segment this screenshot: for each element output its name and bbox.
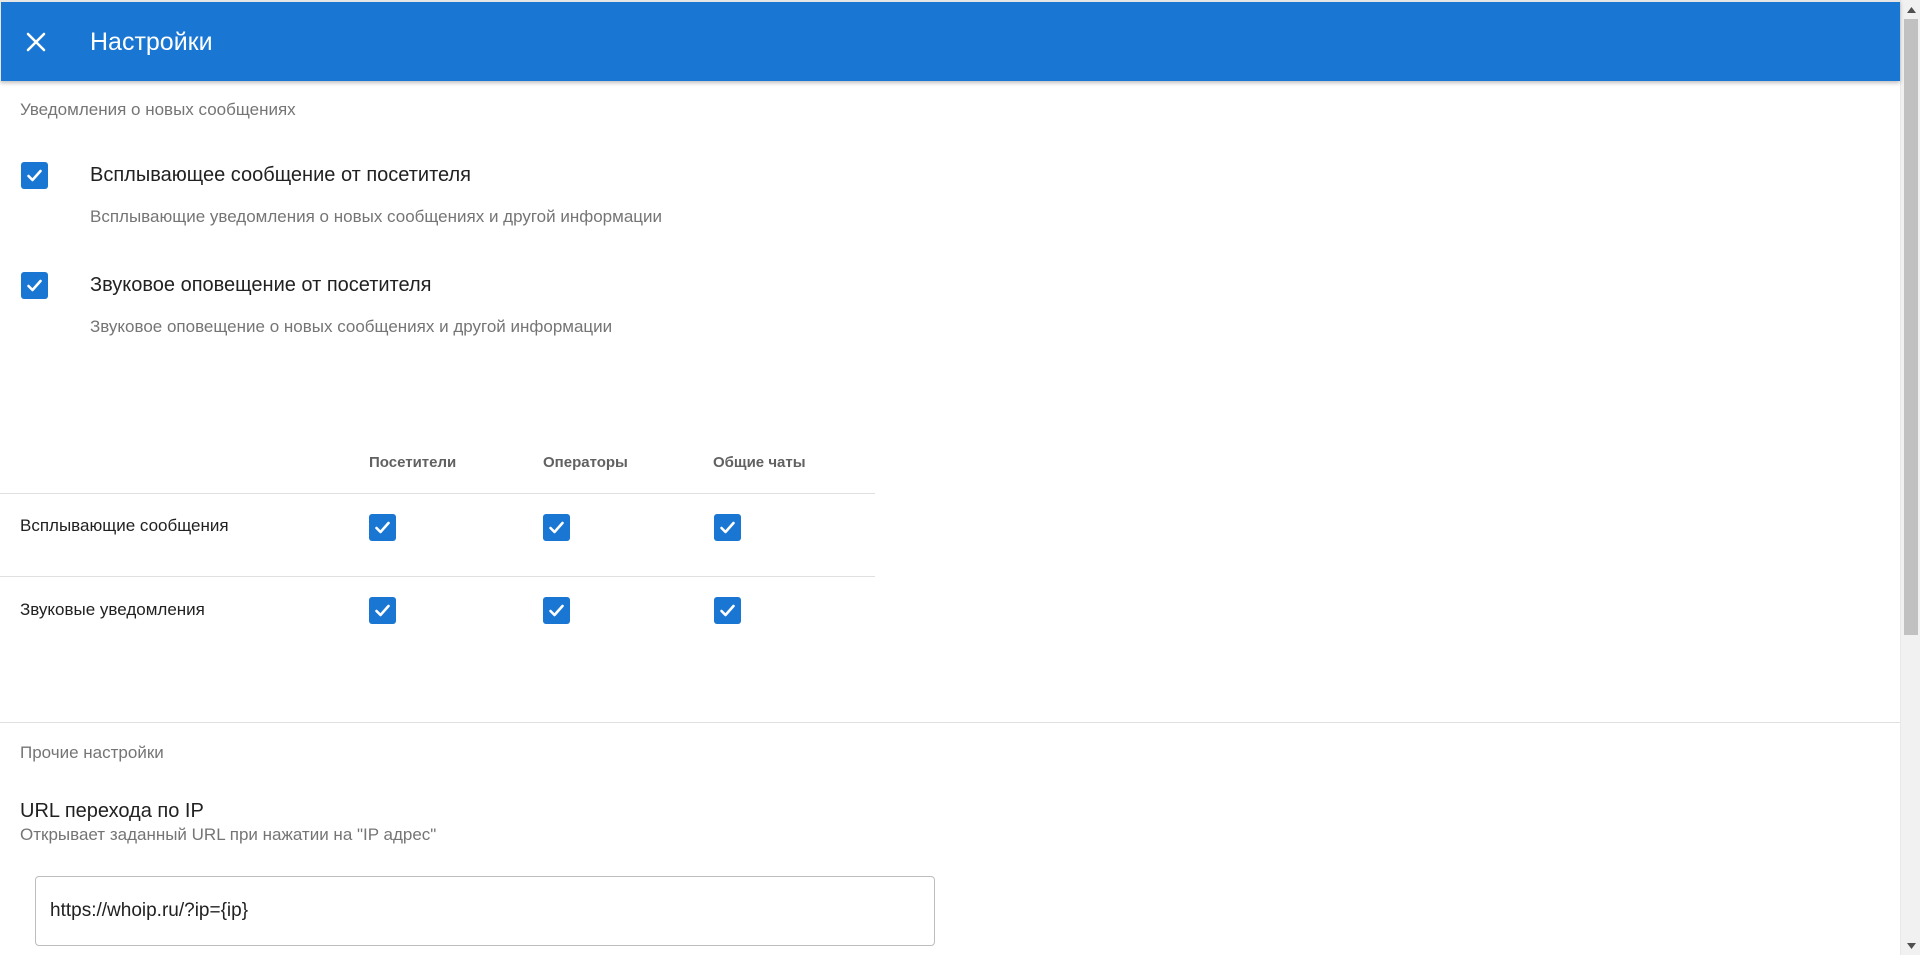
popup-operators-checkbox[interactable] [543,514,570,541]
other-section-title: Прочие настройки [20,743,164,762]
column-header-shared-chats: Общие чаты [713,454,806,471]
scroll-up-arrow-icon [1906,6,1916,13]
notification-matrix: Посетители Операторы Общие чаты Всплываю… [0,441,875,661]
row-label-popup: Всплывающие сообщения [20,516,229,535]
popup-message-description: Всплывающие уведомления о новых сообщени… [90,207,663,226]
ip-url-input[interactable] [35,876,935,946]
row-label-sound: Звуковые уведомления [20,600,205,619]
close-button[interactable] [16,22,56,62]
popup-message-title: Всплывающее сообщение от посетителя [90,164,471,186]
close-icon [26,32,46,52]
sound-alert-title: Звуковое оповещение от посетителя [90,274,432,296]
checkmark-icon [549,604,564,617]
url-field-description: Открывает заданный URL при нажатии на "I… [20,825,437,844]
sound-operators-checkbox[interactable] [543,597,570,624]
checkmark-icon [27,279,42,292]
sound-alert-description: Звуковое оповещение о новых сообщениях и… [90,317,613,336]
scroll-up-button[interactable] [1901,1,1920,18]
checkmark-icon [27,169,42,182]
column-header-visitors: Посетители [369,454,457,471]
checkmark-icon [720,521,735,534]
checkmark-icon [720,604,735,617]
checkmark-icon [375,604,390,617]
popup-visitors-checkbox[interactable] [369,514,396,541]
table-divider [0,576,875,577]
table-divider [0,493,875,494]
sound-visitors-checkbox[interactable] [369,597,396,624]
popup-message-checkbox[interactable] [21,162,48,189]
column-header-operators: Операторы [543,454,628,471]
vertical-scrollbar[interactable] [1900,0,1920,955]
popup-shared-chats-checkbox[interactable] [714,514,741,541]
scroll-down-button[interactable] [1901,937,1920,954]
settings-page: Настройки Уведомления о новых сообщениях… [0,0,1920,955]
url-field-title: URL перехода по IP [20,800,204,822]
sound-alert-checkbox[interactable] [21,272,48,299]
section-divider [0,722,1900,723]
page-title: Настройки [90,28,213,56]
sound-shared-chats-checkbox[interactable] [714,597,741,624]
settings-toolbar: Настройки [0,0,1900,81]
notifications-section-title: Уведомления о новых сообщениях [20,100,296,119]
scroll-down-arrow-icon [1906,942,1916,949]
checkmark-icon [549,521,564,534]
checkmark-icon [375,521,390,534]
scrollbar-thumb[interactable] [1904,19,1918,635]
settings-content: Уведомления о новых сообщениях Всплывающ… [0,81,1900,955]
